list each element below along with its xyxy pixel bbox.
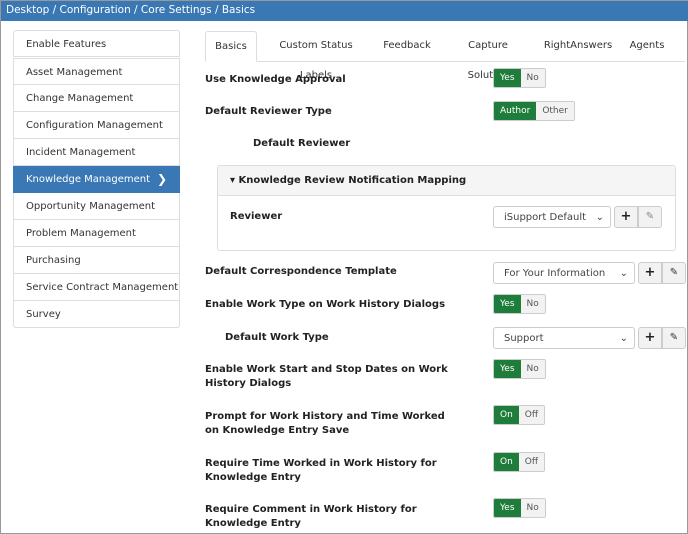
default-reviewer-type-label: Default Reviewer Type [205, 106, 332, 117]
sidebar-item-opportunity-management[interactable]: Opportunity Management [13, 193, 180, 220]
edit-pencil-icon[interactable]: ✎ [662, 262, 686, 284]
use-knowledge-approval-toggle[interactable]: Yes No [493, 68, 546, 88]
enable-work-type-toggle[interactable]: Yes No [493, 294, 546, 314]
toggle-no[interactable]: No [520, 69, 545, 87]
require-time-toggle[interactable]: On Off [493, 452, 546, 472]
panel-title: Knowledge Review Notification Mapping [238, 175, 467, 186]
sidebar-item-purchasing[interactable]: Purchasing [13, 247, 180, 274]
chevron-right-icon: ❯ [156, 172, 167, 186]
use-knowledge-approval-label: Use Knowledge Approval [205, 74, 346, 85]
require-comment-label: Require Comment in Work History for Know… [205, 504, 417, 529]
sidebar-item-problem-management[interactable]: Problem Management [13, 220, 180, 247]
toggle-yes[interactable]: Yes [494, 360, 521, 378]
breadcrumb: Desktop / Configuration / Core Settings … [1, 1, 688, 21]
chevron-down-icon: ⌄ [619, 268, 628, 279]
tab-bar: Basics Custom Status Labels Feedback Cap… [205, 31, 685, 81]
edit-pencil-icon[interactable]: ✎ [638, 206, 662, 228]
sidebar-item-configuration-management[interactable]: Configuration Management [13, 112, 180, 139]
caret-down-icon: ▾ [230, 175, 239, 186]
sidebar: Enable Features Asset Management Change … [13, 30, 180, 328]
edit-pencil-icon[interactable]: ✎ [662, 327, 686, 349]
tab-rightanswers[interactable]: RightAnswers [541, 31, 615, 61]
tab-agents[interactable]: Agents [625, 31, 669, 61]
select-value: Support [504, 333, 544, 344]
toggle-off[interactable]: Off [518, 453, 545, 471]
sidebar-item-asset-management[interactable]: Asset Management [13, 58, 180, 85]
sidebar-item-survey[interactable]: Survey [13, 301, 180, 328]
add-button[interactable]: + [638, 327, 662, 349]
sidebar-item-change-management[interactable]: Change Management [13, 85, 180, 112]
toggle-no[interactable]: No [520, 360, 545, 378]
select-value: iSupport Default [504, 212, 587, 223]
toggle-yes[interactable]: Yes [494, 295, 521, 313]
chevron-down-icon: ⌄ [595, 212, 604, 223]
select-value: For Your Information [504, 268, 606, 279]
work-dates-toggle[interactable]: Yes No [493, 359, 546, 379]
tab-capture-solution[interactable]: Capture Solution [447, 31, 529, 81]
default-work-type-label: Default Work Type [225, 332, 329, 343]
toggle-on[interactable]: On [494, 453, 519, 471]
correspondence-template-label: Default Correspondence Template [205, 266, 397, 277]
require-time-label: Require Time Worked in Work History for … [205, 458, 437, 483]
enable-work-type-label: Enable Work Type on Work History Dialogs [205, 299, 446, 310]
toggle-yes[interactable]: Yes [494, 499, 521, 517]
sidebar-item-service-contract-management[interactable]: Service Contract Management [13, 274, 180, 301]
reviewer-label: Reviewer [230, 211, 283, 222]
tab-feedback[interactable]: Feedback [379, 31, 435, 61]
panel-header[interactable]: ▾ Knowledge Review Notification Mapping [218, 166, 675, 196]
default-work-type-select[interactable]: Support ⌄ [493, 327, 635, 349]
sidebar-item-label: Knowledge Management [26, 174, 151, 185]
tab-basics[interactable]: Basics [205, 31, 257, 62]
prompt-work-history-label: Prompt for Work History and Time Worked … [205, 411, 445, 436]
default-reviewer-heading: Default Reviewer [253, 138, 351, 149]
add-button[interactable]: + [638, 262, 662, 284]
tab-custom-status-labels[interactable]: Custom Status Labels [263, 31, 369, 81]
toggle-author[interactable]: Author [494, 102, 537, 120]
sidebar-item-knowledge-management[interactable]: Knowledge Management ❯ [13, 166, 180, 193]
default-reviewer-type-toggle[interactable]: Author Other [493, 101, 575, 121]
chevron-down-icon: ⌄ [619, 333, 628, 344]
toggle-other[interactable]: Other [536, 102, 574, 120]
toggle-on[interactable]: On [494, 406, 519, 424]
add-button[interactable]: + [614, 206, 638, 228]
correspondence-template-select[interactable]: For Your Information ⌄ [493, 262, 635, 284]
toggle-no[interactable]: No [520, 295, 545, 313]
work-dates-label: Enable Work Start and Stop Dates on Work… [205, 364, 448, 389]
sidebar-item-incident-management[interactable]: Incident Management [13, 139, 180, 166]
toggle-no[interactable]: No [520, 499, 545, 517]
sidebar-item-enable-features[interactable]: Enable Features [13, 30, 180, 57]
toggle-off[interactable]: Off [518, 406, 545, 424]
prompt-work-history-toggle[interactable]: On Off [493, 405, 546, 425]
reviewer-select[interactable]: iSupport Default ⌄ [493, 206, 611, 228]
toggle-yes[interactable]: Yes [494, 69, 521, 87]
require-comment-toggle[interactable]: Yes No [493, 498, 546, 518]
